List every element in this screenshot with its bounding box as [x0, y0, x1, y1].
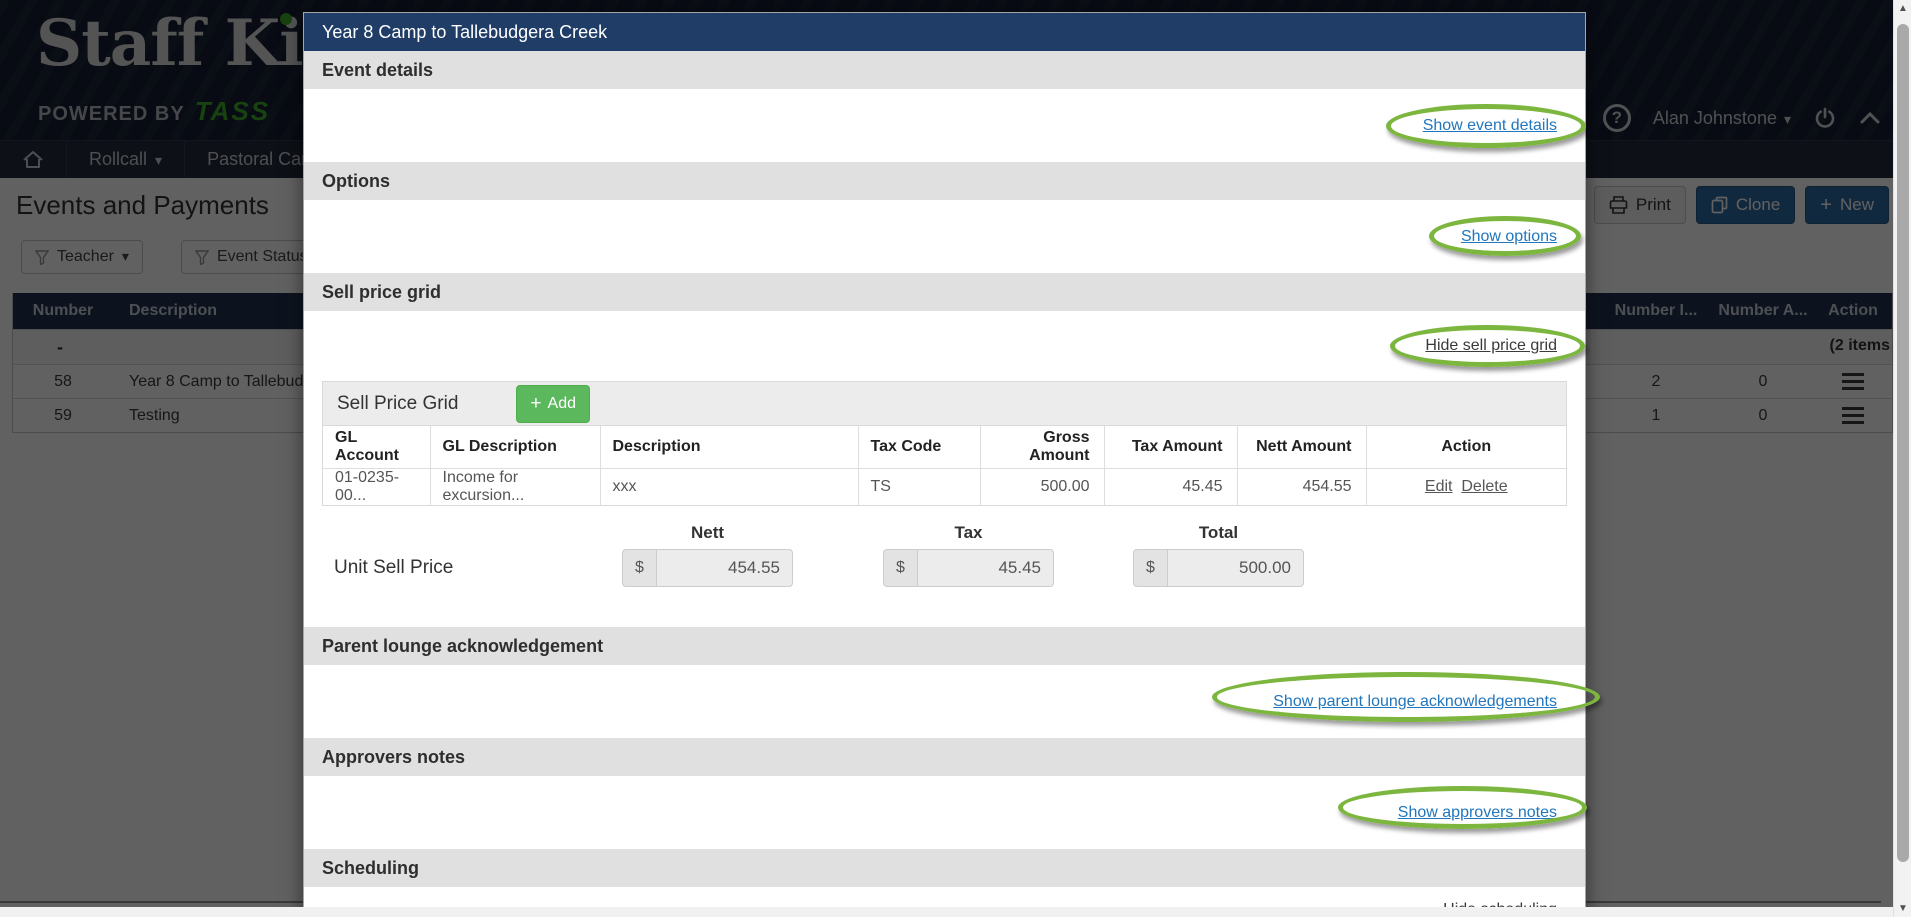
total-amount-group: $: [1133, 549, 1304, 587]
total-amount-input: [1167, 549, 1304, 587]
scrollbar-thumb[interactable]: [1897, 24, 1909, 862]
modal-title: Year 8 Camp to Tallebudgera Creek: [304, 13, 1585, 51]
tax-label: Tax: [883, 523, 1054, 543]
col-gross-amount: Gross Amount: [980, 426, 1104, 468]
annotation-ellipse-sell-grid: [1390, 325, 1585, 367]
cell-description: xxx: [600, 468, 858, 505]
edit-link[interactable]: Edit: [1425, 478, 1453, 495]
add-button-label: Add: [548, 395, 576, 413]
cell-tax-amount: 45.45: [1104, 468, 1237, 505]
currency-addon: $: [622, 549, 656, 587]
options-link-row: Show options: [304, 200, 1585, 273]
total-label: Total: [1133, 523, 1304, 543]
section-approvers-notes: Approvers notes: [304, 738, 1585, 776]
sell-price-grid-panel-header: Sell Price Grid + Add: [323, 382, 1566, 426]
nett-amount-input: [656, 549, 793, 587]
sell-price-grid-panel-title: Sell Price Grid: [337, 393, 458, 415]
col-description: Description: [600, 426, 858, 468]
col-tax-code: Tax Code: [858, 426, 980, 468]
section-scheduling: Scheduling: [304, 849, 1585, 887]
sell-price-row: 01-0235-00... Income for excursion... xx…: [323, 468, 1566, 505]
annotation-ellipse-approvers-notes: [1338, 786, 1587, 829]
section-options: Options: [304, 162, 1585, 200]
annotation-ellipse-parent-lounge: [1212, 672, 1600, 722]
currency-addon: $: [1133, 549, 1167, 587]
tax-amount-input: [917, 549, 1054, 587]
cell-nett-amount: 454.55: [1237, 468, 1366, 505]
sell-price-grid-section: Hide sell price grid Sell Price Grid + A…: [304, 311, 1585, 627]
cell-gl-description: Income for excursion...: [430, 468, 600, 505]
section-event-details: Event details: [304, 51, 1585, 89]
scroll-up-arrow-icon[interactable]: ▲: [1894, 0, 1911, 17]
screen: Staff Kiosk POWERED BYTASS ? Alan Johnst…: [0, 0, 1911, 917]
nett-amount-group: $: [622, 549, 793, 587]
cell-actions: Edit Delete: [1366, 468, 1566, 505]
cell-gl-account: 01-0235-00...: [323, 468, 430, 505]
annotation-ellipse-event-details: [1386, 104, 1586, 148]
section-sell-price-grid: Sell price grid: [304, 273, 1585, 311]
cell-gross-amount: 500.00: [980, 468, 1104, 505]
col-tax-amount: Tax Amount: [1104, 426, 1237, 468]
add-sell-price-button[interactable]: + Add: [516, 385, 590, 423]
delete-link[interactable]: Delete: [1461, 478, 1507, 495]
sell-price-table-header: GL Account GL Description Description Ta…: [323, 426, 1566, 468]
col-action: Action: [1366, 426, 1566, 468]
scroll-down-arrow-icon[interactable]: ▼: [1894, 900, 1911, 917]
col-nett-amount: Nett Amount: [1237, 426, 1366, 468]
unit-sell-price-label: Unit Sell Price: [334, 557, 453, 579]
vertical-scrollbar[interactable]: ▲ ▼: [1893, 0, 1911, 917]
horizontal-scrollbar[interactable]: [0, 907, 1893, 917]
nett-label: Nett: [622, 523, 793, 543]
annotation-ellipse-options: [1429, 216, 1581, 256]
sell-price-grid-panel: Sell Price Grid + Add GL Account GL Desc…: [322, 381, 1567, 506]
cell-tax-code: TS: [858, 468, 980, 505]
sell-price-table: GL Account GL Description Description Ta…: [323, 426, 1566, 505]
col-gl-description: GL Description: [430, 426, 600, 468]
plus-icon: +: [530, 393, 541, 415]
event-modal: Year 8 Camp to Tallebudgera Creek Event …: [303, 12, 1586, 917]
currency-addon: $: [883, 549, 917, 587]
section-parent-lounge: Parent lounge acknowledgement: [304, 627, 1585, 665]
col-gl-account: GL Account: [323, 426, 430, 468]
tax-amount-group: $: [883, 549, 1054, 587]
